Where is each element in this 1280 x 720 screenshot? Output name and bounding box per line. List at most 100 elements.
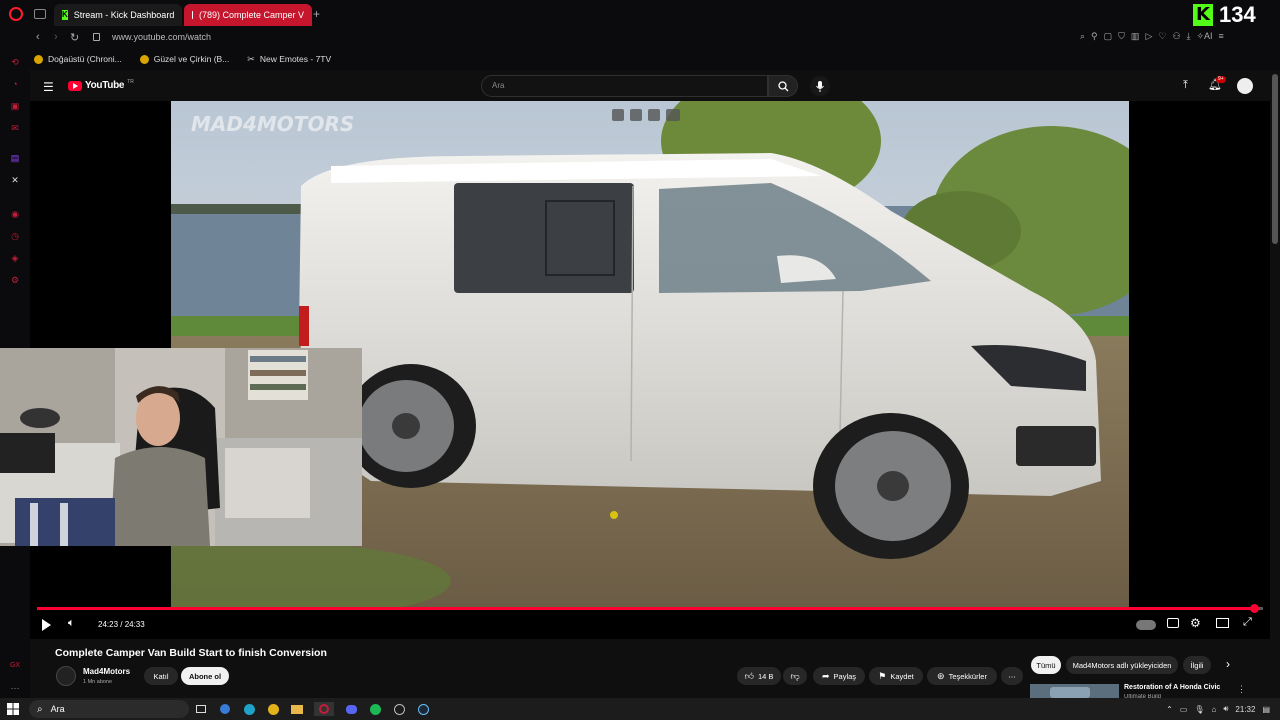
tray-expand-icon[interactable]: ⌃ [1166,705,1173,714]
extension-icon[interactable]: ▥ [1131,31,1140,42]
new-tab-icon[interactable]: + [313,7,320,21]
reload-icon[interactable]: ↻ [70,31,79,44]
sidebar-x-icon[interactable]: ✕ [9,174,21,186]
avatar[interactable] [1237,78,1253,94]
detach-video-icon[interactable] [612,109,624,121]
sidebar-mail-icon[interactable]: ✉ [9,122,21,134]
settings-gear-icon[interactable]: ⚙ [1190,616,1201,630]
discord-icon[interactable] [344,702,358,716]
chip-all[interactable]: Tümü [1031,656,1061,674]
tray-network-icon[interactable]: ⌂ [1212,705,1217,714]
subtitles-icon[interactable] [1167,618,1179,628]
bookmark-item[interactable]: Güzel ve Çirkin (B... [139,54,229,64]
hamburger-menu-icon[interactable]: ☰ [43,80,54,94]
thanks-button[interactable]: ⊛ Teşekkürler [927,667,997,685]
zoom-icon[interactable]: ⌕ [1080,31,1085,42]
app-icon[interactable] [218,702,232,716]
sidebar-refresh-icon[interactable]: ⟲ [9,56,21,68]
back-icon[interactable]: ‹ [36,31,40,43]
share-button[interactable]: ➦ Paylaş [813,667,865,685]
taskbar-clock[interactable]: 21:32 [1235,705,1255,714]
subscribe-button[interactable]: Abone ol [181,667,229,685]
skip-icon[interactable] [648,109,660,121]
account-icon[interactable]: ⚇ [1172,31,1180,42]
thanks-icon: ⊛ [937,670,945,681]
sidebar-messenger-icon[interactable]: ◔ [9,78,21,90]
fullscreen-icon[interactable]: ⤢ [1243,616,1252,629]
microphone-icon [816,80,824,92]
channel-avatar[interactable] [56,666,76,686]
task-view-icon[interactable] [194,702,208,716]
spotify-icon[interactable] [368,702,382,716]
youtube-logo[interactable]: YouTube TR [68,79,134,91]
tray-app-icon[interactable]: ▭ [1180,705,1188,714]
volume-icon[interactable]: 🔈︎ [68,617,75,630]
tab-youtube-video[interactable]: (789) Complete Camper V [184,4,312,26]
address-bar: ‹ › ↻ www.youtube.com/watch ⌕ ⚲ ▢ ⛉ ▥ ▷ … [0,28,1280,48]
chrome-icon[interactable] [266,702,280,716]
sidebar-gx-icon[interactable]: GX [9,660,21,672]
join-button[interactable]: Katıl [144,667,178,685]
workspaces-icon[interactable] [34,9,46,19]
bookmark-label: New Emotes - 7TV [259,54,332,64]
more-actions-button[interactable]: ⋯ [1001,667,1023,685]
download-icon[interactable]: ⤓ [1187,31,1191,42]
sidebar-chat-icon[interactable]: ▣ [9,100,21,112]
tab-kick-dashboard[interactable]: K Stream - Kick Dashboard [54,4,182,26]
pin-icon[interactable]: ⚲ [1091,31,1098,42]
recommended-title[interactable]: Restoration of A Honda Civic [1124,684,1220,691]
search-input[interactable]: Ara [481,75,768,97]
start-button[interactable] [6,702,20,716]
tray-mic-icon[interactable]: 🎙︎ [1194,705,1204,714]
sidebar-history-icon[interactable]: ◷ [9,230,21,242]
channel-name[interactable]: Mad4Motors [83,667,130,676]
page-scrollbar[interactable] [1272,74,1278,244]
save-button[interactable]: ⚑ Kaydet [869,667,923,685]
voice-search-button[interactable] [810,76,830,96]
shield-icon[interactable]: ⛉ [1118,31,1125,42]
opera-logo-icon[interactable] [9,7,23,21]
menu-icon[interactable]: ≡ [1219,31,1224,42]
snapshot-video-icon[interactable] [630,109,642,121]
create-upload-icon[interactable]: ⤒ [1183,79,1188,92]
snapshot-icon[interactable]: ▢ [1104,31,1113,42]
notification-center-icon[interactable]: ▤ [1262,705,1270,714]
taskbar-search[interactable]: ⌕ Ara [29,700,189,718]
chip-related[interactable]: İlgili [1183,656,1211,674]
search-button[interactable] [768,75,798,97]
sidebar-twitch-icon[interactable]: ▤ [9,152,21,164]
file-explorer-icon[interactable] [290,702,304,716]
play-icon[interactable] [42,619,51,631]
dislike-button[interactable]: 👎︎ [783,667,807,685]
windows-taskbar: ⌕ Ara ⌃ ▭ 🎙︎ ⌂ 🔊︎ 21:32 ▤ [0,698,1280,720]
edge-icon[interactable] [242,702,256,716]
recommended-menu-icon[interactable]: ⋮ [1237,684,1246,695]
youtube-favicon-icon [192,11,193,19]
sidebar-settings-icon[interactable]: ⚙ [9,274,21,286]
aria-ai-icon[interactable]: ✧AI [1197,31,1213,42]
progress-bar[interactable] [37,607,1255,610]
opera-gx-taskbar-icon[interactable] [314,702,334,716]
kick-favicon-icon: K [62,10,68,20]
forward-icon[interactable]: › [54,31,58,43]
bookmark-item[interactable]: ✂ New Emotes - 7TV [247,54,331,65]
recommended-thumbnail[interactable] [1030,684,1119,698]
autoplay-toggle[interactable] [1136,620,1156,630]
rgx-icon[interactable] [666,109,680,121]
like-count: 14 B [757,671,774,681]
chips-next-icon[interactable]: › [1226,657,1230,671]
heart-icon[interactable]: ♡ [1158,31,1166,42]
steam-icon[interactable] [416,702,430,716]
like-button[interactable]: 👍︎ 14 B [737,667,781,685]
webcam-image [0,348,362,546]
sidebar-more-icon[interactable]: ⋯ [9,682,21,694]
tray-volume-icon[interactable]: 🔊︎ [1223,704,1228,714]
chip-from-uploader[interactable]: Mad4Motors adlı yükleyiciden [1066,656,1178,674]
sidebar-wallet-icon[interactable]: ◈ [9,252,21,264]
player-icon[interactable]: ▷ [1145,31,1152,42]
bookmark-item[interactable]: Doğaüstü (Chroni... [34,54,122,64]
theater-mode-icon[interactable] [1216,618,1229,628]
sidebar-player-icon[interactable]: ◉ [9,208,21,220]
url-field[interactable]: www.youtube.com/watch [112,32,211,42]
obs-icon[interactable] [392,702,406,716]
